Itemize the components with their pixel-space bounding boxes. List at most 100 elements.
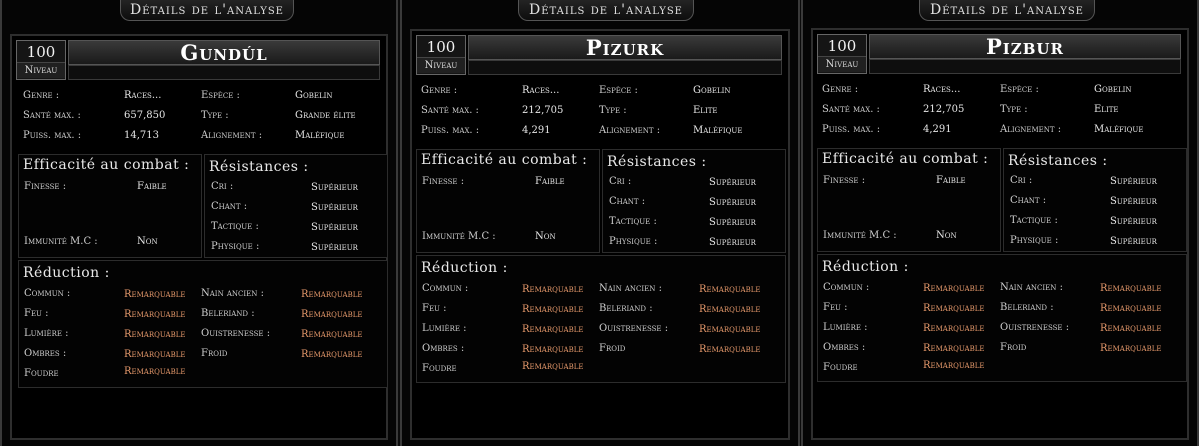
finesse-value: Faible	[936, 175, 966, 186]
ouistrenesse-value: Remarquable	[301, 329, 363, 340]
window-title[interactable]: Détails de l'analyse	[919, 0, 1095, 21]
panel-frame: 100 Niveau Gundúl Genre : Races... Espèc…	[10, 34, 388, 440]
puiss-label: Puiss. max. :	[23, 130, 82, 141]
level-label: Niveau	[417, 57, 465, 73]
name-subbar	[468, 60, 782, 75]
beleriand-label: Beleriand :	[599, 303, 653, 314]
beleriand-value: Remarquable	[699, 304, 761, 315]
lumiere-value: Remarquable	[124, 329, 186, 340]
feu-value: Remarquable	[923, 303, 985, 314]
alignement-label: Alignement :	[599, 125, 661, 136]
puiss-value: 4,291	[923, 124, 952, 135]
tactique-value: Supérieur	[709, 217, 756, 228]
name-subbar	[869, 59, 1181, 74]
foudre-value: Remarquable	[923, 360, 985, 371]
lumiere-value: Remarquable	[522, 324, 584, 335]
immunite-label: Immunité M.C :	[823, 230, 897, 241]
level-value: 100	[426, 38, 456, 56]
lumiere-label: Lumière :	[422, 323, 467, 334]
immunite-label: Immunité M.C :	[24, 236, 98, 247]
cri-label: Cri :	[609, 176, 632, 187]
type-value: Elite	[693, 105, 718, 116]
puiss-value: 4,291	[522, 125, 551, 136]
resistances-box: Résistances : Cri : Supérieur Chant : Su…	[204, 154, 388, 258]
window-title[interactable]: Détails de l'analyse	[120, 0, 294, 21]
feu-label: Feu :	[422, 303, 447, 314]
level-value: 100	[827, 37, 857, 55]
froid-value: Remarquable	[1100, 343, 1162, 354]
genre-label: Genre :	[421, 85, 458, 96]
ombres-value: Remarquable	[124, 349, 186, 360]
genre-label: Genre :	[23, 90, 60, 101]
cri-value: Supérieur	[311, 182, 358, 193]
ombres-label: Ombres :	[24, 348, 67, 359]
combat-efficiency-heading: Efficacité au combat :	[822, 151, 989, 167]
physique-value: Supérieur	[709, 237, 756, 248]
tactique-value: Supérieur	[1110, 216, 1157, 227]
lumiere-label: Lumière :	[24, 328, 69, 339]
foudre-value: Remarquable	[124, 366, 186, 377]
reduction-heading: Réduction :	[421, 260, 508, 276]
resistances-heading: Résistances :	[607, 154, 707, 170]
froid-label: Froid	[599, 343, 626, 354]
window-title[interactable]: Détails de l'analyse	[518, 0, 694, 21]
type-label: Type :	[1000, 104, 1028, 115]
immunite-value: Non	[936, 230, 957, 241]
espece-value: Gobelin	[295, 90, 333, 101]
commun-value: Remarquable	[124, 289, 186, 300]
espece-label: Espèce :	[1000, 84, 1039, 95]
immunite-value: Non	[535, 231, 556, 242]
reduction-heading: Réduction :	[23, 265, 110, 281]
level-label: Niveau	[17, 62, 65, 78]
feu-label: Feu :	[823, 302, 848, 313]
commun-label: Commun :	[422, 283, 469, 294]
genre-label: Genre :	[822, 84, 859, 95]
type-label: Type :	[599, 105, 627, 116]
level-value: 100	[26, 43, 56, 61]
cri-label: Cri :	[211, 181, 234, 192]
froid-value: Remarquable	[699, 344, 761, 355]
immunite-value: Non	[137, 236, 158, 247]
resistances-box: Résistances : Cri : Supérieur Chant : Su…	[1003, 148, 1187, 252]
foudre-label: Foudre	[422, 363, 457, 374]
feu-value: Remarquable	[522, 304, 584, 315]
nain-ancien-value: Remarquable	[1100, 283, 1162, 294]
cri-label: Cri :	[1010, 175, 1033, 186]
puiss-label: Puiss. max. :	[822, 124, 881, 135]
resistances-box: Résistances : Cri : Supérieur Chant : Su…	[602, 149, 786, 253]
sante-value: 212,705	[923, 104, 965, 115]
ombres-label: Ombres :	[823, 342, 866, 353]
finesse-value: Faible	[535, 176, 565, 187]
froid-value: Remarquable	[301, 349, 363, 360]
level-badge: 100 Niveau	[416, 35, 466, 75]
alignement-value: Maléfique	[295, 130, 345, 141]
lumiere-label: Lumière :	[823, 322, 868, 333]
chant-label: Chant :	[211, 201, 248, 212]
foudre-value: Remarquable	[522, 361, 584, 372]
panel-frame: 100 Niveau Pizurk Genre : Races... Espèc…	[410, 29, 790, 440]
reduction-box: Réduction : Commun : Remarquable Feu : R…	[817, 254, 1187, 382]
type-value: Elite	[1094, 104, 1119, 115]
ouistrenesse-value: Remarquable	[1100, 323, 1162, 334]
genre-value: Races...	[522, 85, 560, 96]
beleriand-label: Beleriand :	[1000, 302, 1054, 313]
beleriand-value: Remarquable	[1100, 303, 1162, 314]
target-name: Pizurk	[468, 35, 782, 60]
ombres-value: Remarquable	[522, 344, 584, 355]
sante-label: Santé max. :	[421, 105, 479, 116]
combat-efficiency-box: Efficacité au combat : Finesse : Faible …	[416, 149, 600, 253]
finesse-label: Finesse :	[422, 176, 465, 187]
panel-frame: 100 Niveau Pizbur Genre : Races... Espèc…	[811, 28, 1189, 440]
alignement-label: Alignement :	[201, 130, 263, 141]
analysis-panel-pizurk: Détails de l'analyse 100 Niveau Pizurk G…	[400, 0, 800, 446]
combat-efficiency-heading: Efficacité au combat :	[23, 157, 190, 173]
analysis-panel-pizbur: Détails de l'analyse 100 Niveau Pizbur G…	[801, 0, 1199, 446]
nain-ancien-value: Remarquable	[699, 284, 761, 295]
froid-label: Froid	[201, 348, 228, 359]
tactique-value: Supérieur	[311, 222, 358, 233]
foudre-label: Foudre	[823, 362, 858, 373]
reduction-box: Réduction : Commun : Remarquable Feu : R…	[18, 260, 388, 388]
sante-label: Santé max. :	[822, 104, 880, 115]
finesse-value: Faible	[137, 181, 167, 192]
tactique-label: Tactique :	[609, 216, 657, 227]
